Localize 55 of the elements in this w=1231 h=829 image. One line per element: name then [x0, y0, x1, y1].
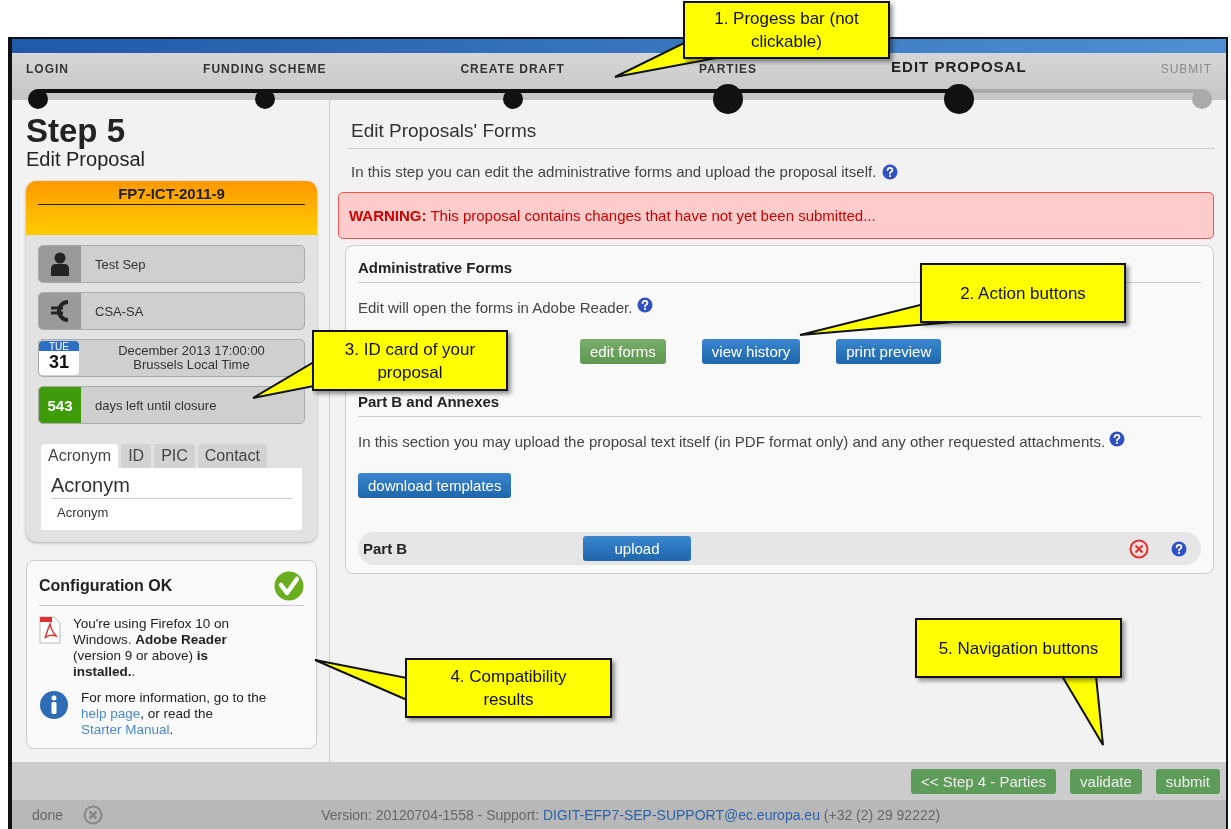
- link[interactable]: help page: [81, 706, 141, 721]
- pdf-icon: [39, 616, 61, 644]
- upload-label: Part B: [363, 540, 409, 557]
- help-icon[interactable]: [1109, 431, 1126, 447]
- step-label: LOGIN: [26, 61, 69, 76]
- callout-pointer: [252, 360, 315, 399]
- upload-button[interactable]: upload: [583, 536, 691, 561]
- tab[interactable]: PIC: [154, 444, 195, 468]
- configuration-title: Configuration OK: [39, 577, 173, 595]
- status-text: done: [32, 806, 64, 823]
- section-text: In this section you may upload the proposal text itself (in PDF format only) and any other requested attachments.: [358, 433, 1106, 450]
- page-title: Edit Proposals' Forms: [348, 110, 1214, 149]
- card-row-text: CSA-SA: [94, 303, 144, 319]
- configuration-text: You're using Firefox 10 on Windows. Adobe Reader (version 9 or above) is installed..: [73, 616, 230, 680]
- help-icon[interactable]: [636, 297, 653, 313]
- card-row-text: Test Sep: [94, 256, 146, 272]
- step-label: SUBMIT: [1160, 61, 1212, 76]
- days-counter: 543: [39, 387, 81, 423]
- action-button[interactable]: view history: [701, 339, 801, 364]
- tab[interactable]: ID: [121, 444, 152, 468]
- remove-icon[interactable]: [1129, 538, 1149, 559]
- intro-text: In this step you can edit the administrative forms and upload the proposal itself.: [351, 163, 877, 180]
- callout-pointer: [1060, 675, 1104, 746]
- step-label: CREATE DRAFT: [460, 61, 565, 76]
- email-link[interactable]: DIGIT-EFP7-SEP-SUPPORT@ec.europa.eu: [543, 806, 820, 823]
- tab-heading: Acronym: [51, 474, 292, 499]
- step-label: FUNDING SCHEME: [203, 61, 327, 76]
- euro-icon: [49, 298, 71, 324]
- info-icon: [39, 690, 69, 720]
- action-button[interactable]: download templates: [358, 473, 512, 498]
- navigation-button[interactable]: validate: [1070, 768, 1142, 794]
- navigation-button[interactable]: submit: [1155, 768, 1220, 794]
- section-text: Edit will open the forms in Adobe Reader.: [358, 299, 633, 316]
- card-row-text: days left until closure: [94, 397, 217, 413]
- link[interactable]: Starter Manual: [81, 722, 170, 737]
- configuration-text: For more information, go to the help page, or read the Starter Manual.: [81, 690, 268, 738]
- action-button[interactable]: edit forms: [580, 339, 666, 364]
- help-icon[interactable]: [1171, 540, 1187, 557]
- step-label: PARTIES: [698, 61, 758, 76]
- version-text: Version: 20120704-1558 - Support: DIGIT-EFP7-SEP-SUPPORT@ec.europa.eu (+32 (2) 29 92222): [321, 806, 941, 823]
- tab-value: Acronym: [56, 504, 110, 520]
- calendar-day: 31: [39, 351, 79, 374]
- calendar-weekday: TUE: [39, 341, 79, 351]
- warning-message: WARNING: This proposal contains changes that have not yet been submitted...: [338, 192, 1214, 239]
- tab[interactable]: Contact: [197, 444, 267, 468]
- navigation-button[interactable]: << Step 4 - Parties: [911, 768, 1057, 794]
- person-icon: [50, 252, 70, 276]
- step-label: EDIT PROPOSAL: [891, 57, 1027, 75]
- call-identifier: FP7-ICT-2011-9: [38, 185, 305, 205]
- action-button[interactable]: print preview: [836, 339, 942, 364]
- check-icon: [274, 571, 304, 601]
- help-icon[interactable]: [882, 163, 899, 180]
- deadline-text: December 2013 17:00:00 Brussels Local Time: [117, 344, 266, 372]
- tab[interactable]: Acronym: [41, 444, 119, 468]
- step-title: Edit Proposal: [26, 148, 146, 171]
